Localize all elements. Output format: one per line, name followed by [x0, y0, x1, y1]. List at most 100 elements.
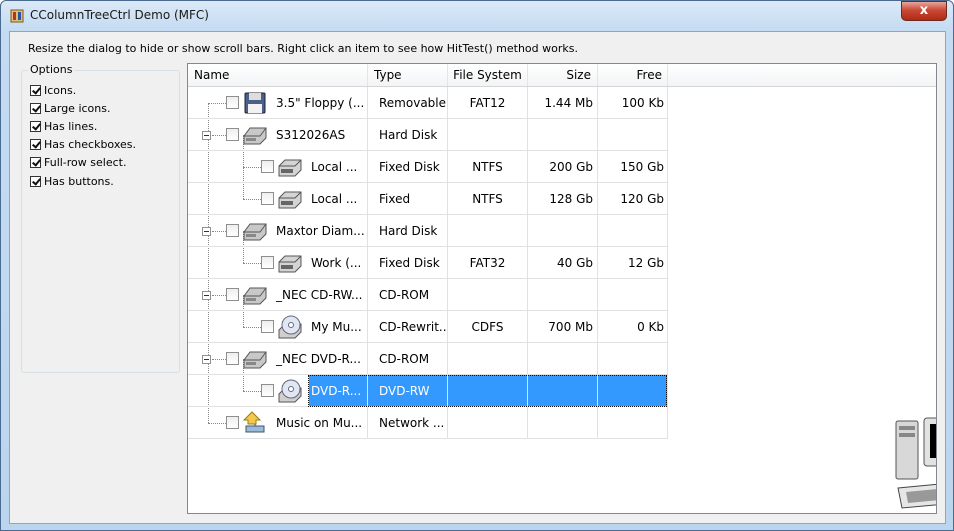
item-name[interactable]: My Mu... — [309, 311, 367, 342]
type-cell: Fixed — [368, 183, 448, 215]
option-label: Icons. — [44, 83, 77, 97]
hard-disk-icon — [243, 351, 267, 369]
free-cell: 100 Kb — [598, 87, 668, 119]
option-label: Large icons. — [44, 101, 111, 115]
option-checkbox[interactable] — [30, 156, 41, 168]
tree-row[interactable]: Work (... Fixed Disk FAT32 40 Gb 12 Gb — [188, 247, 936, 279]
file-system-cell — [448, 343, 528, 375]
drive-icon — [278, 191, 302, 209]
option-full-row-select[interactable]: Full-row select. — [30, 154, 126, 170]
column-header: Name Type File System Size Free — [188, 64, 936, 87]
file-system-cell — [448, 407, 528, 439]
free-cell: 120 Gb — [598, 183, 668, 215]
tree-row[interactable]: Local ... Fixed Disk NTFS 200 Gb 150 Gb — [188, 151, 936, 183]
option-checkbox[interactable] — [30, 102, 41, 114]
item-name[interactable]: Maxtor Diam... — [274, 215, 367, 246]
free-cell — [598, 279, 668, 311]
options-legend: Options — [28, 63, 75, 76]
title-bar[interactable]: CColumnTreeCtrl Demo (MFC) x — [1, 1, 953, 31]
dialog-client-area: Resize the dialog to hide or show scroll… — [9, 31, 946, 524]
item-name[interactable]: S312026AS — [274, 119, 367, 150]
instructions-text: Resize the dialog to hide or show scroll… — [28, 42, 578, 55]
option-has-lines[interactable]: Has lines. — [30, 118, 97, 134]
size-cell: 700 Mb — [528, 311, 598, 343]
column-header-size[interactable]: Size — [528, 64, 598, 86]
name-cell: Maxtor Diam... — [188, 215, 368, 247]
file-system-cell — [448, 279, 528, 311]
tree-row[interactable]: Local ... Fixed NTFS 128 Gb 120 Gb — [188, 183, 936, 215]
tree-row[interactable]: My Mu... CD-Rewrit... CDFS 700 Mb 0 Kb — [188, 311, 936, 343]
size-cell — [528, 279, 598, 311]
name-cell: _NEC DVD-R... — [188, 343, 368, 375]
type-cell: CD-ROM — [368, 279, 448, 311]
column-header-file-system[interactable]: File System — [448, 64, 528, 86]
item-name[interactable]: 3.5" Floppy (... — [274, 87, 367, 118]
cd-icon — [278, 379, 302, 403]
tree-item-checkbox[interactable] — [261, 160, 274, 173]
collapse-button[interactable] — [202, 227, 211, 236]
tree-item-checkbox[interactable] — [226, 224, 239, 237]
tree-item-checkbox[interactable] — [226, 416, 239, 429]
collapse-button[interactable] — [202, 131, 211, 140]
tree-row[interactable]: _NEC CD-RW... CD-ROM — [188, 279, 936, 311]
drive-icon — [278, 255, 302, 273]
tree-item-checkbox[interactable] — [226, 352, 239, 365]
size-cell: 200 Gb — [528, 151, 598, 183]
tree-item-checkbox[interactable] — [261, 320, 274, 333]
column-header-name[interactable]: Name — [188, 64, 368, 86]
type-cell: Removable — [368, 87, 448, 119]
tree-row[interactable]: 3.5" Floppy (... Removable FAT12 1.44 Mb 100… — [188, 87, 936, 119]
tree-row[interactable]: _NEC DVD-R... CD-ROM — [188, 343, 936, 375]
tree-item-checkbox[interactable] — [261, 384, 274, 397]
tree-row[interactable]: S312026AS Hard Disk — [188, 119, 936, 151]
item-name[interactable]: Local ... — [309, 151, 367, 182]
name-cell: S312026AS — [188, 119, 368, 151]
close-icon: x — [919, 3, 929, 18]
option-checkbox[interactable] — [30, 84, 41, 96]
column-header-free[interactable]: Free — [598, 64, 668, 86]
item-name[interactable]: _NEC DVD-R... — [274, 343, 367, 374]
tree-item-checkbox[interactable] — [261, 192, 274, 205]
close-button[interactable]: x — [901, 1, 947, 21]
option-large-icons[interactable]: Large icons. — [30, 100, 110, 116]
option-checkbox[interactable] — [30, 138, 41, 150]
size-cell — [528, 119, 598, 151]
column-header-type[interactable]: Type — [368, 64, 448, 86]
option-checkbox[interactable] — [30, 175, 41, 187]
tree-item-checkbox[interactable] — [226, 96, 239, 109]
size-cell — [528, 343, 598, 375]
option-icons[interactable]: Icons. — [30, 82, 76, 98]
tree-item-checkbox[interactable] — [226, 288, 239, 301]
free-cell: 0 Kb — [598, 311, 668, 343]
free-cell: 12 Gb — [598, 247, 668, 279]
name-cell: 3.5" Floppy (... — [188, 87, 368, 119]
option-has-checkboxes[interactable]: Has checkboxes. — [30, 136, 136, 152]
collapse-button[interactable] — [202, 291, 211, 300]
item-name[interactable]: Music on Mu... — [274, 407, 367, 438]
collapse-button[interactable] — [202, 355, 211, 364]
file-system-cell: NTFS — [448, 151, 528, 183]
item-name[interactable]: _NEC CD-RW... — [274, 279, 367, 310]
option-checkbox[interactable] — [30, 120, 41, 132]
option-has-buttons[interactable]: Has buttons. — [30, 173, 114, 189]
tree-row[interactable]: DVD-R... DVD-RW — [188, 375, 936, 407]
column-tree-control[interactable]: Name Type File System Size Free 3.5" Flo… — [187, 63, 937, 514]
type-cell: Hard Disk — [368, 215, 448, 247]
type-cell: Network ... — [368, 407, 448, 439]
option-label: Full-row select. — [44, 155, 127, 169]
tree-item-checkbox[interactable] — [261, 256, 274, 269]
name-cell: Music on Mu... — [188, 407, 368, 439]
tree-item-checkbox[interactable] — [226, 128, 239, 141]
focus-rectangle — [308, 375, 667, 407]
item-name[interactable]: Work (... — [309, 247, 367, 278]
hard-disk-icon — [243, 223, 267, 241]
tree-row[interactable]: Maxtor Diam... Hard Disk — [188, 215, 936, 247]
drive-icon — [278, 159, 302, 177]
item-name[interactable]: Local ... — [309, 183, 367, 214]
option-label: Has lines. — [44, 119, 98, 133]
file-system-cell: FAT32 — [448, 247, 528, 279]
option-label: Has buttons. — [44, 174, 114, 188]
tree-row[interactable]: Music on Mu... Network ... — [188, 407, 936, 439]
network-drive-icon — [242, 411, 265, 433]
free-cell — [598, 119, 668, 151]
